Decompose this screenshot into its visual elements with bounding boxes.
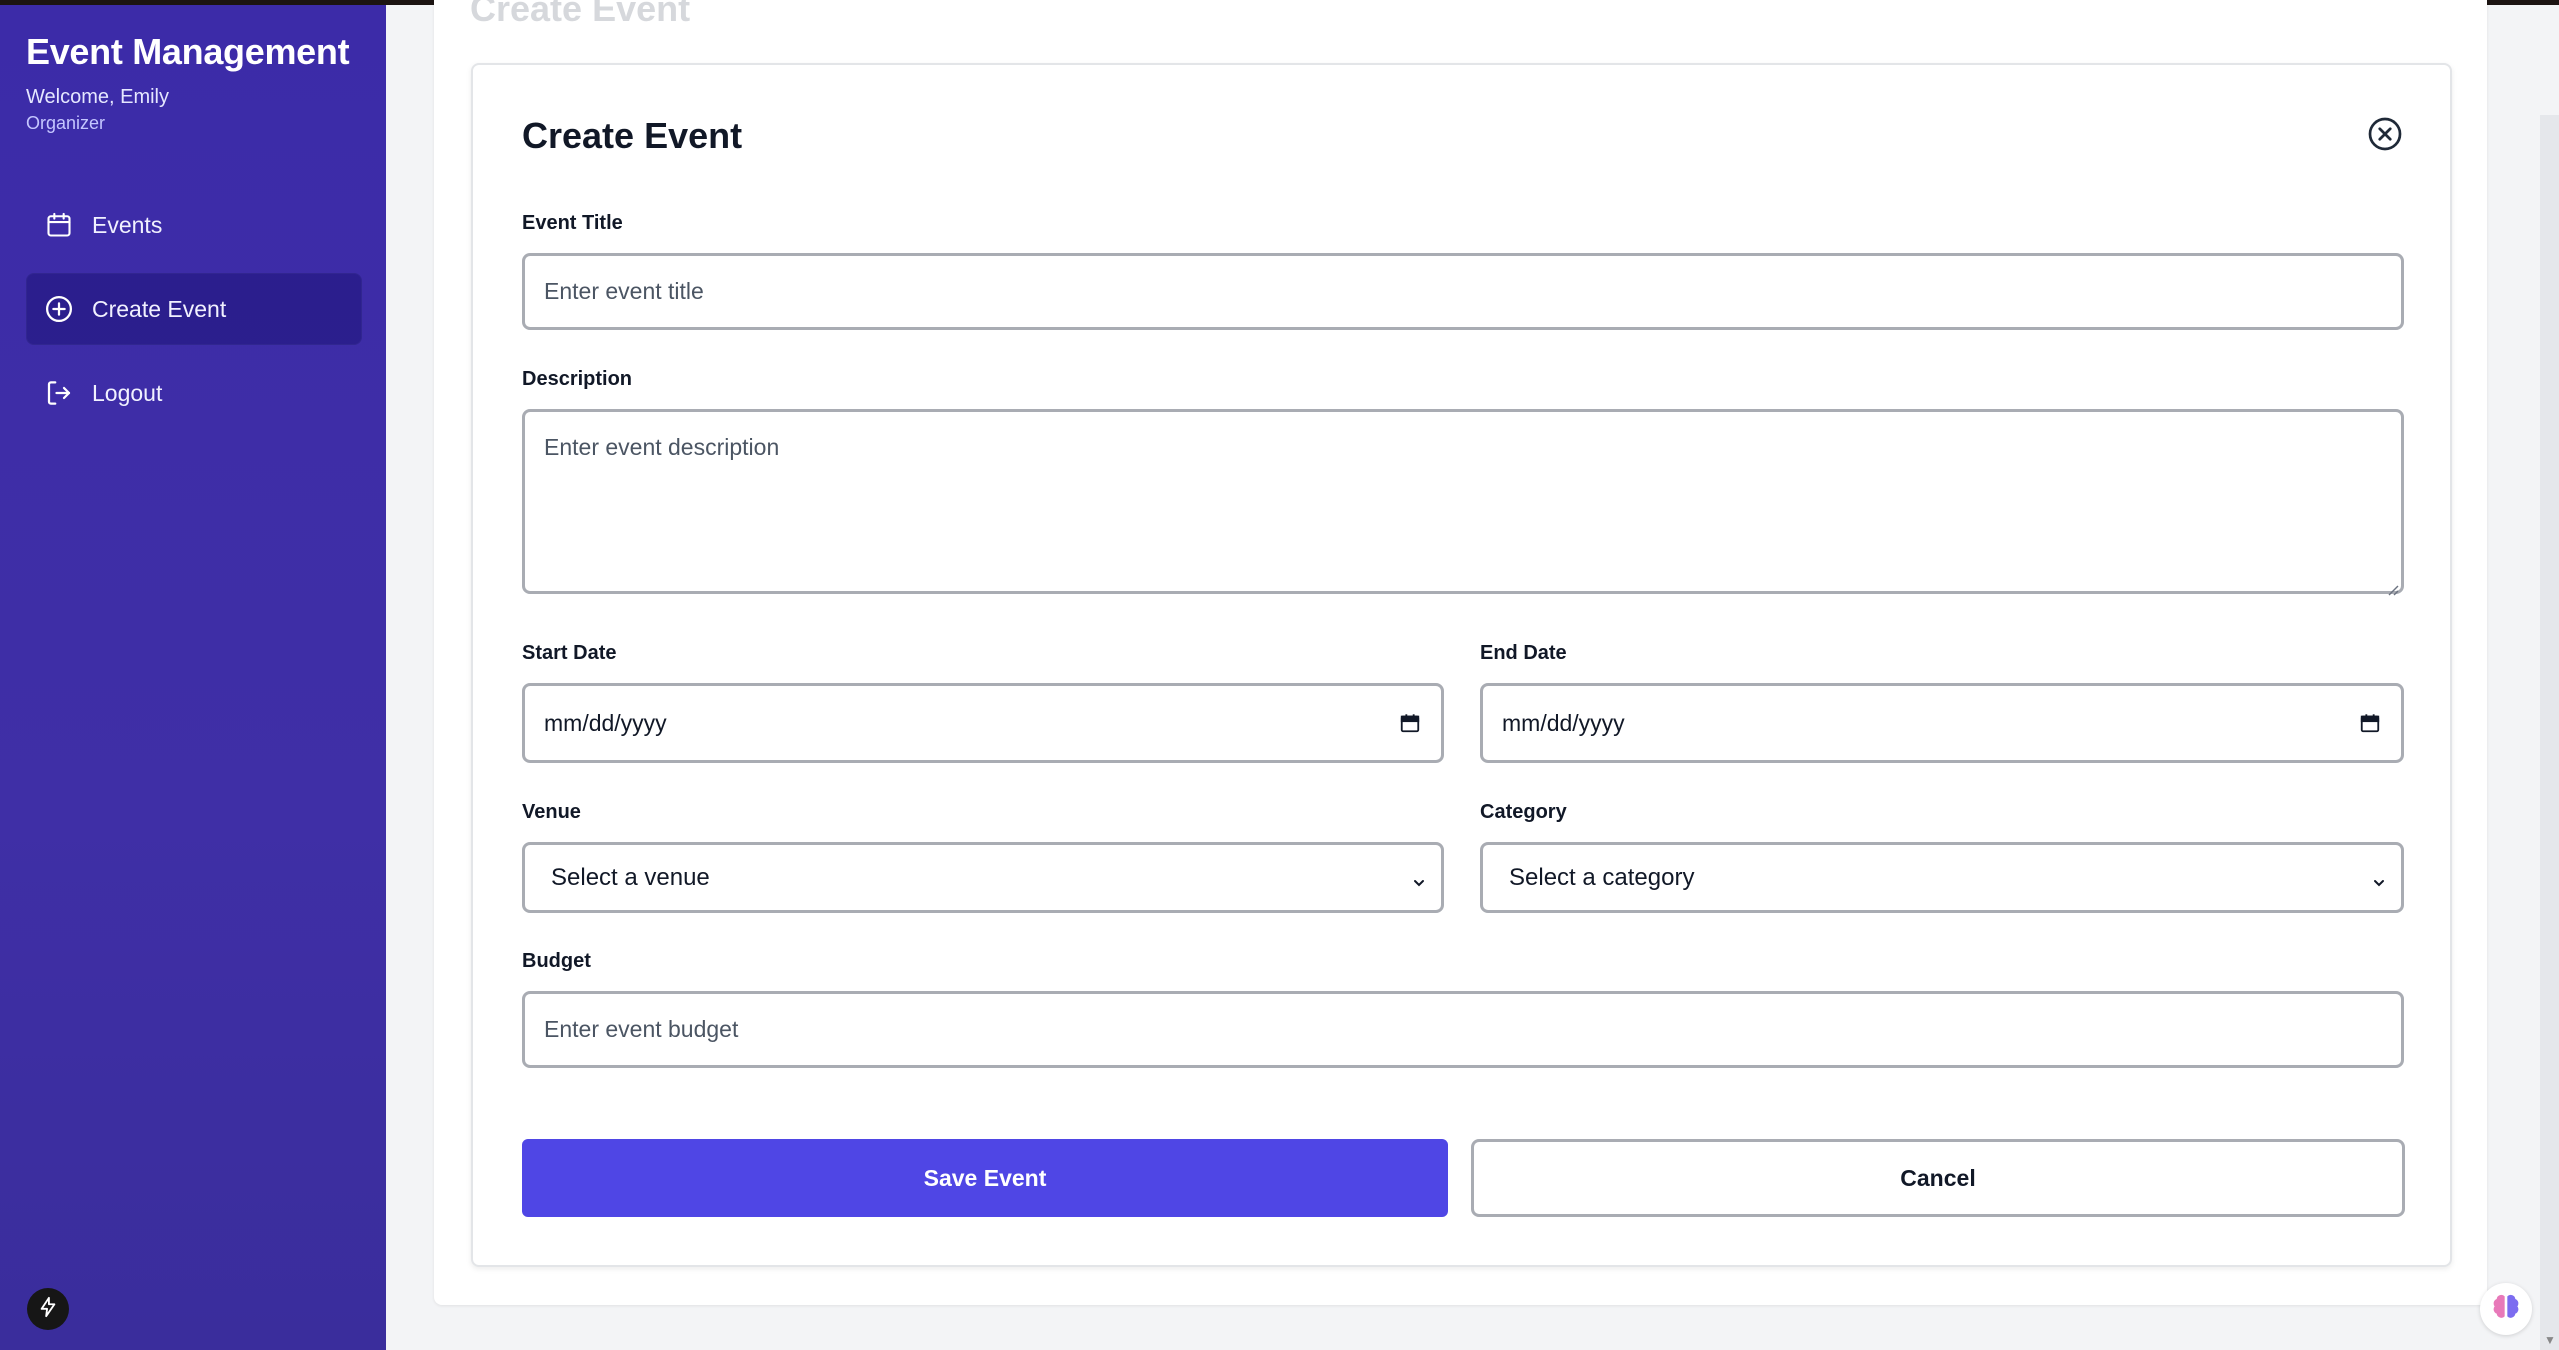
sidebar: Event Management Welcome, Emily Organize…	[0, 5, 386, 1350]
scroll-down-arrow-icon[interactable]: ▼	[2544, 1333, 2556, 1347]
budget-placeholder: Enter event budget	[544, 1016, 739, 1042]
event-title-placeholder: Enter event title	[544, 278, 704, 304]
app-title: Event Management	[26, 31, 350, 72]
end-date-value: mm/dd/yyyy	[1502, 709, 1625, 736]
welcome-text: Welcome, Emily	[26, 86, 169, 108]
description-placeholder: Enter event description	[544, 434, 780, 460]
brain-icon	[2490, 1291, 2522, 1328]
event-title-input[interactable]: Enter event title	[522, 253, 2404, 330]
description-textarea[interactable]: Enter event description	[522, 409, 2404, 596]
sidebar-item-label: Logout	[92, 379, 163, 406]
page-title: Create Event	[470, 0, 691, 29]
assistant-button[interactable]	[2480, 1283, 2532, 1335]
sidebar-item-label: Create Event	[92, 295, 227, 322]
end-date-label: End Date	[1480, 642, 1567, 664]
sidebar-item-create-event[interactable]: Create Event	[26, 273, 362, 345]
plus-circle-icon	[44, 294, 74, 324]
start-date-value: mm/dd/yyyy	[544, 709, 667, 736]
category-label: Category	[1480, 801, 1567, 823]
create-event-modal: Create Event Event Title Enter event tit…	[471, 63, 2452, 1267]
save-event-button[interactable]: Save Event	[522, 1139, 1448, 1217]
venue-label: Venue	[522, 801, 581, 823]
sidebar-item-label: Events	[92, 211, 163, 238]
logout-icon	[44, 378, 74, 408]
venue-select[interactable]: Select a venue	[522, 842, 1444, 913]
user-role: Organizer	[26, 113, 106, 133]
calendar-icon	[44, 210, 74, 240]
cancel-button[interactable]: Cancel	[1471, 1139, 2405, 1217]
end-date-input[interactable]: mm/dd/yyyy	[1480, 683, 2404, 763]
category-select[interactable]: Select a category	[1480, 842, 2404, 913]
description-label: Description	[522, 368, 633, 390]
calendar-picker-icon[interactable]	[1399, 712, 1421, 734]
chevron-down-icon	[1411, 870, 1427, 886]
lightning-icon	[37, 1296, 59, 1323]
venue-selected-value: Select a venue	[551, 863, 710, 891]
dev-tools-button[interactable]	[27, 1288, 69, 1330]
start-date-label: Start Date	[522, 642, 617, 664]
modal-title: Create Event	[522, 115, 743, 156]
chevron-down-icon	[2371, 870, 2387, 886]
calendar-picker-icon[interactable]	[2359, 712, 2381, 734]
close-circle-icon	[2367, 116, 2403, 157]
budget-label: Budget	[522, 950, 591, 972]
sidebar-item-logout[interactable]: Logout	[26, 357, 362, 429]
start-date-input[interactable]: mm/dd/yyyy	[522, 683, 1444, 763]
page-scrollbar[interactable]	[2540, 115, 2559, 1350]
event-title-label: Event Title	[522, 212, 623, 234]
category-selected-value: Select a category	[1509, 863, 1695, 891]
close-button[interactable]	[2366, 117, 2404, 155]
resize-handle-icon[interactable]	[2385, 575, 2399, 596]
budget-input[interactable]: Enter event budget	[522, 991, 2404, 1068]
sidebar-item-events[interactable]: Events	[26, 189, 362, 261]
